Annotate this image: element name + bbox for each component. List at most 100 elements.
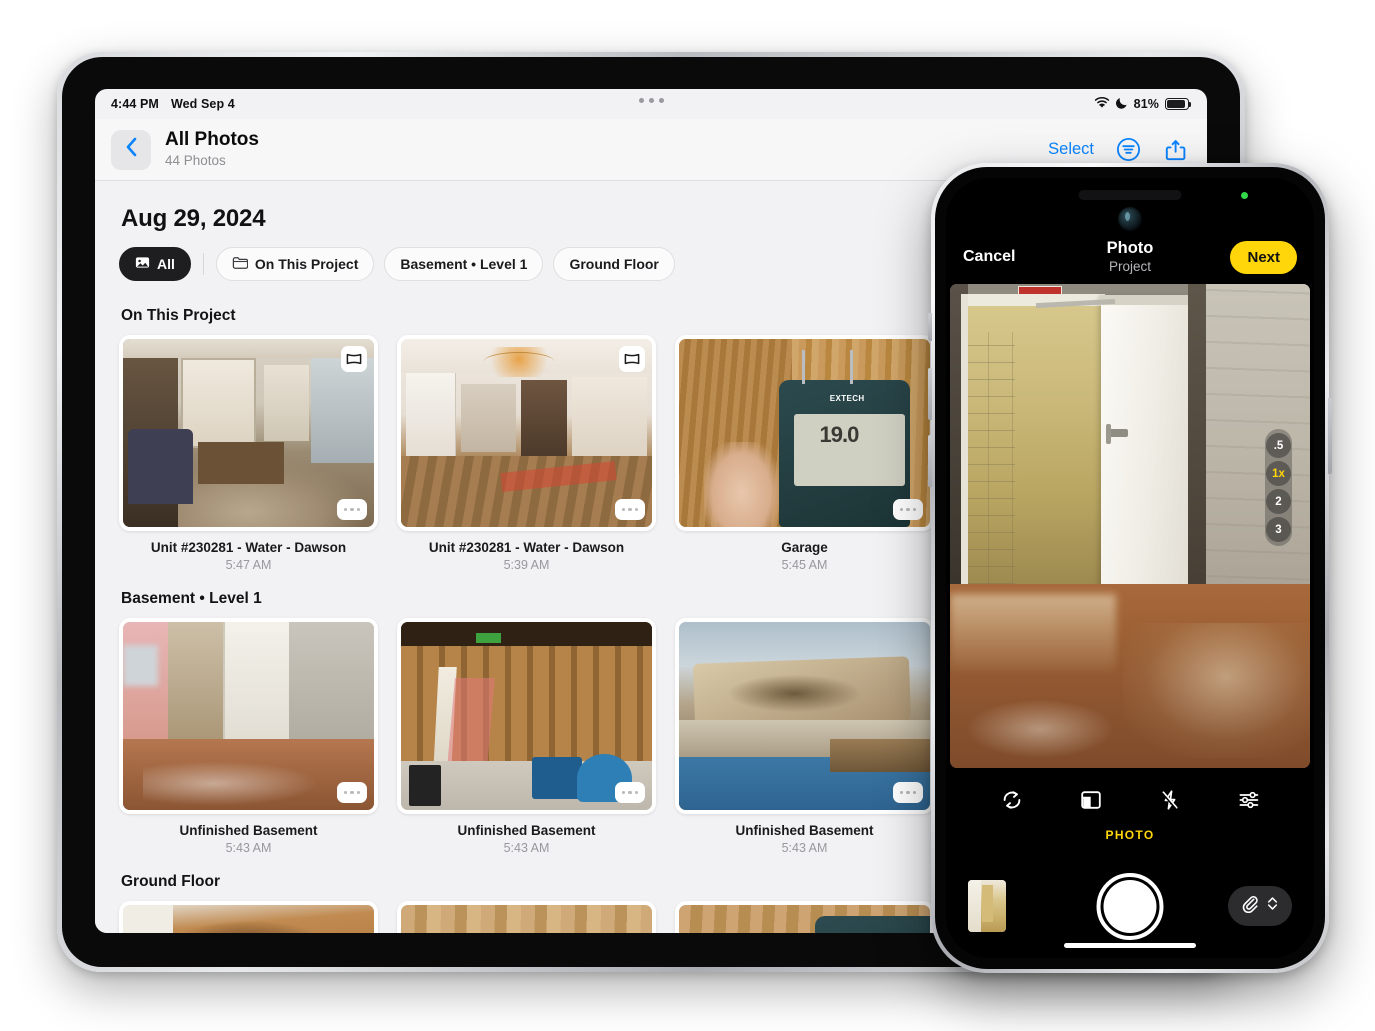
folder-icon: [232, 256, 249, 272]
battery-icon: [1165, 98, 1192, 110]
iphone-device: Cancel Photo Project Next .5 1x 2 3 PHOT…: [928, 163, 1332, 973]
photo-time: 5:45 AM: [781, 558, 828, 572]
photo-card[interactable]: [397, 901, 656, 933]
photo-more-button[interactable]: [615, 499, 645, 520]
chip-ground-floor[interactable]: Ground Floor: [553, 247, 675, 281]
iphone-screen: Cancel Photo Project Next .5 1x 2 3 PHOT…: [946, 178, 1314, 958]
photo-image-basement-studs: [401, 622, 652, 810]
photo-thumbnail[interactable]: [675, 618, 934, 814]
photo-thumbnail[interactable]: EXTECH 19.0: [675, 335, 934, 531]
photo-card[interactable]: Unit #230281 - Water - Dawson 5:47 AM: [119, 335, 378, 572]
photo-caption: Unit #230281 - Water - Dawson 5:39 AM: [397, 540, 656, 572]
photo-thumbnail[interactable]: [397, 901, 656, 933]
photo-card[interactable]: [119, 901, 378, 933]
camera-active-indicator: [1241, 192, 1248, 199]
camera-top-bar: Cancel Photo Project Next: [946, 233, 1314, 281]
iphone-bezel: Cancel Photo Project Next .5 1x 2 3 PHOT…: [935, 167, 1325, 969]
photo-more-button[interactable]: [337, 782, 367, 803]
photo-caption: Garage 5:45 AM: [675, 540, 934, 572]
photo-thumbnail[interactable]: [397, 618, 656, 814]
camera-preview-image: [950, 284, 1310, 768]
zoom-option-1x[interactable]: 1x: [1266, 461, 1291, 486]
chip-on-this-project[interactable]: On This Project: [215, 247, 375, 281]
iphone-power-button[interactable]: [1328, 398, 1332, 474]
chip-all-label: All: [157, 256, 175, 272]
photo-thumbnail[interactable]: EXTECH: [675, 901, 934, 933]
zoom-option-3x[interactable]: 3: [1266, 517, 1291, 542]
photo-thumbnail[interactable]: [119, 901, 378, 933]
zoom-option-0_5x[interactable]: .5: [1266, 433, 1291, 458]
camera-flip-icon[interactable]: [995, 783, 1029, 817]
photo-more-button[interactable]: [615, 782, 645, 803]
photo-title: Unit #230281 - Water - Dawson: [428, 540, 625, 555]
photo-thumbnail[interactable]: [119, 335, 378, 531]
photo-title: Unfinished Basement: [179, 823, 318, 838]
photo-card[interactable]: Unit #230281 - Water - Dawson 5:39 AM: [397, 335, 656, 572]
adjustments-icon[interactable]: [1232, 783, 1266, 817]
photo-image-basement-door: [123, 622, 374, 810]
attachment-button[interactable]: [1228, 886, 1292, 926]
back-button[interactable]: [111, 129, 151, 170]
photo-title: Garage: [781, 540, 828, 555]
chip-all[interactable]: All: [119, 247, 191, 281]
camera-mode-row: PHOTO: [946, 826, 1314, 844]
photo-image-wood-grain: [401, 905, 652, 933]
iphone-action-button[interactable]: [928, 313, 932, 341]
photo-image-basement-damage: [679, 622, 930, 810]
photo-card[interactable]: Unfinished Basement 5:43 AM: [119, 618, 378, 855]
next-button[interactable]: Next: [1230, 240, 1297, 274]
filter-circle-icon[interactable]: [1116, 137, 1141, 162]
flash-off-icon[interactable]: [1153, 783, 1187, 817]
photo-time: 5:43 AM: [225, 841, 272, 855]
iphone-volume-up-button[interactable]: [928, 368, 932, 420]
photo-card[interactable]: EXTECH 19.0 Garage 5:45 AM: [675, 335, 934, 572]
moon-icon: [1115, 96, 1128, 112]
select-button[interactable]: Select: [1048, 140, 1094, 159]
shutter-button[interactable]: [1096, 872, 1164, 940]
zoom-option-2x[interactable]: 2: [1266, 489, 1291, 514]
zoom-level-selector[interactable]: .5 1x 2 3: [1265, 429, 1292, 546]
dynamic-island: [1078, 190, 1182, 200]
photo-caption: Unfinished Basement 5:43 AM: [675, 823, 934, 855]
iphone-volume-down-button[interactable]: [928, 435, 932, 487]
panorama-badge: [341, 346, 367, 372]
battery-percent: 81%: [1133, 97, 1159, 111]
photo-thumbnail[interactable]: [119, 618, 378, 814]
chevron-up-down-icon: [1265, 894, 1280, 918]
cancel-button[interactable]: Cancel: [963, 248, 1015, 266]
photo-more-button[interactable]: [337, 499, 367, 520]
photo-time: 5:47 AM: [225, 558, 272, 572]
photo-image-wood-floor-damage: [123, 905, 374, 933]
paperclip-icon: [1240, 894, 1259, 918]
chip-separator: [202, 253, 204, 275]
last-photo-thumbnail[interactable]: [968, 880, 1006, 932]
photo-title: Unfinished Basement: [735, 823, 874, 838]
home-indicator: [1064, 943, 1196, 948]
aspect-ratio-icon[interactable]: [1074, 783, 1108, 817]
photo-card[interactable]: Unfinished Basement 5:43 AM: [675, 618, 934, 855]
page-title: All Photos: [165, 129, 259, 151]
share-icon[interactable]: [1163, 137, 1187, 163]
photo-more-button[interactable]: [893, 782, 923, 803]
chip-on-this-project-label: On This Project: [254, 256, 359, 272]
chip-ground-floor-label: Ground Floor: [569, 256, 659, 272]
photo-card[interactable]: EXTECH: [675, 901, 934, 933]
ipad-multitask-dots[interactable]: [95, 98, 1207, 103]
mode-photo[interactable]: PHOTO: [1106, 828, 1155, 842]
photo-time: 5:43 AM: [503, 841, 550, 855]
photo-more-button[interactable]: [893, 499, 923, 520]
nav-actions: Select: [1048, 137, 1187, 163]
photo-title: Unit #230281 - Water - Dawson: [150, 540, 347, 555]
camera-preview[interactable]: .5 1x 2 3: [950, 284, 1310, 768]
photo-card[interactable]: Unfinished Basement 5:43 AM: [397, 618, 656, 855]
photo-thumbnail[interactable]: [397, 335, 656, 531]
panorama-badge: [619, 346, 645, 372]
front-camera-icon: [1118, 207, 1142, 231]
photo-caption: Unfinished Basement 5:43 AM: [397, 823, 656, 855]
photo-image-living-room-pano: [123, 339, 374, 527]
photo-icon: [135, 256, 150, 272]
photo-caption: Unfinished Basement 5:43 AM: [119, 823, 378, 855]
wifi-icon: [1094, 96, 1110, 112]
camera-shutter-row: [946, 868, 1314, 944]
chip-basement-level-1[interactable]: Basement • Level 1: [384, 247, 544, 281]
